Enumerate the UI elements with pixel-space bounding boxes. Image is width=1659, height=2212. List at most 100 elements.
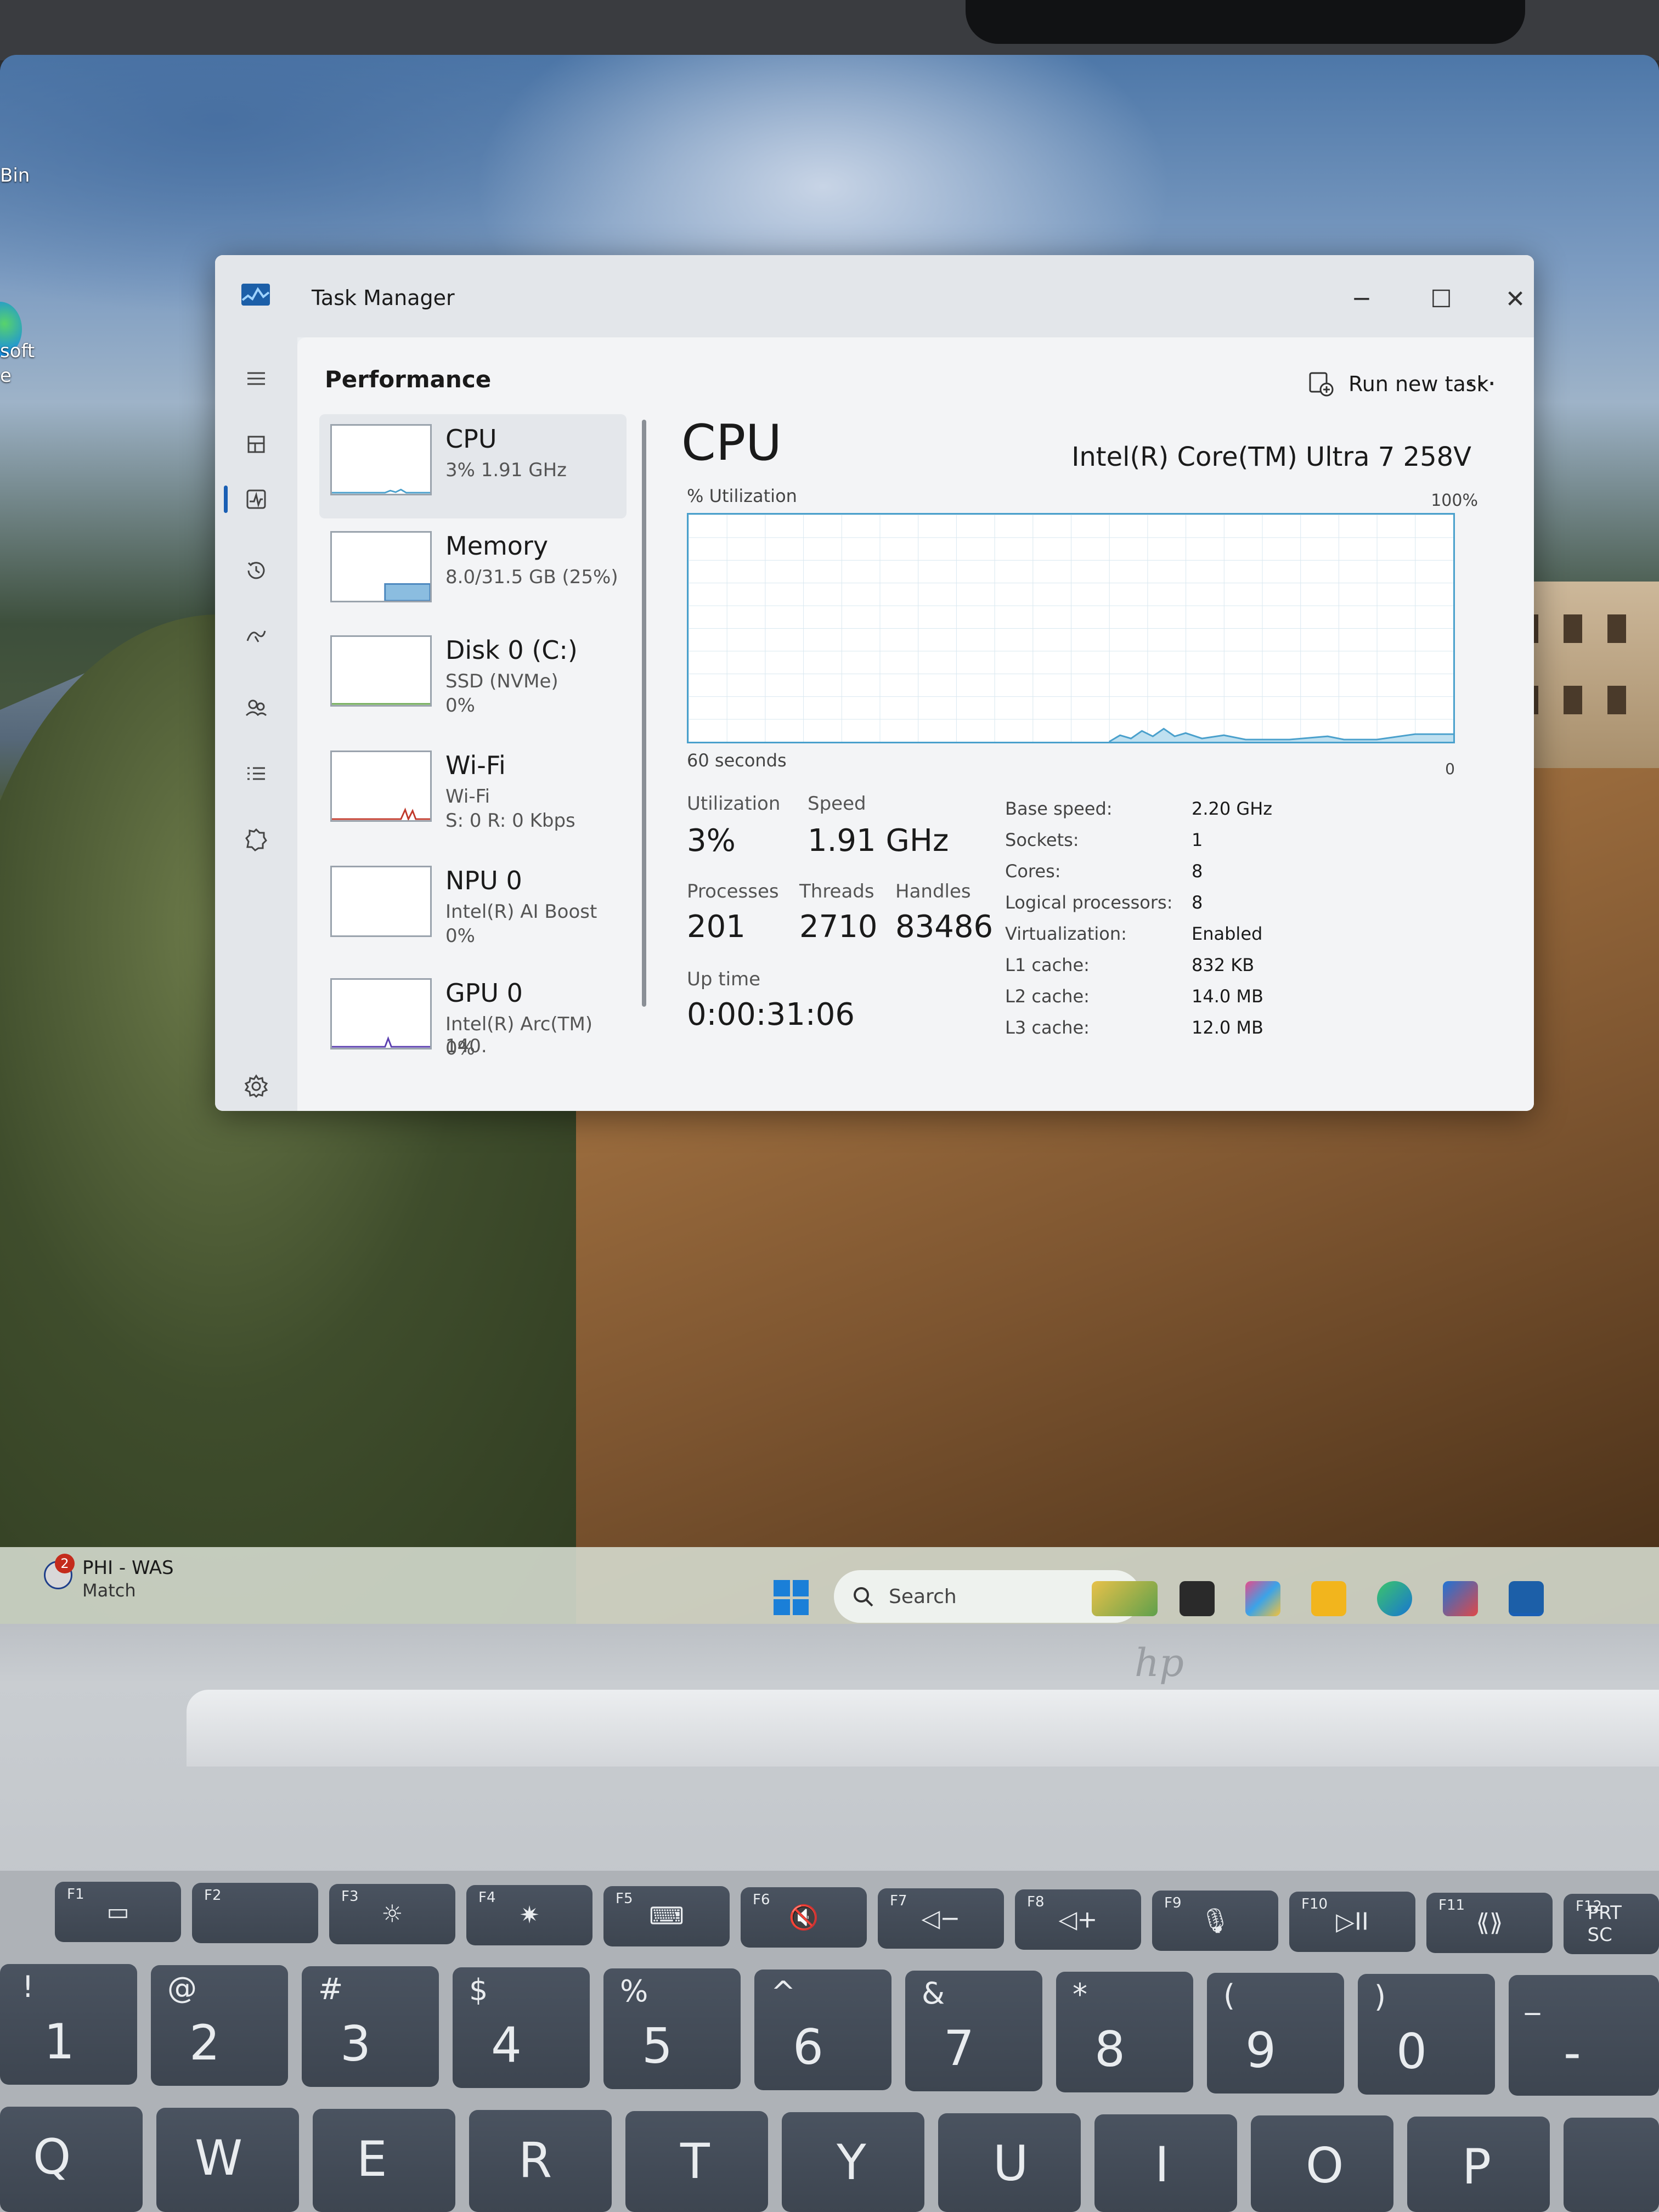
nav-details-button[interactable]: [237, 754, 275, 793]
settings-button[interactable]: [237, 1067, 275, 1105]
device-item-npu[interactable]: NPU 0 Intel(R) AI Boost 0%: [319, 856, 627, 960]
close-button[interactable]: ✕: [1482, 277, 1534, 321]
key-f4[interactable]: F4 ✷: [466, 1885, 592, 1945]
graph-time-window: 60 seconds: [687, 750, 787, 771]
nav-processes-button[interactable]: [237, 425, 275, 464]
recycle-bin-label[interactable]: Bin: [0, 165, 30, 187]
task-manager-window: Task Manager ─ ☐ ✕ Performance Run new t…: [215, 255, 1534, 1111]
key-0[interactable]: ) 0: [1358, 1974, 1495, 2095]
key-f1[interactable]: F1 ▭: [55, 1882, 181, 1942]
edge-desktop-label[interactable]: soft: [0, 340, 35, 362]
minimize-button[interactable]: ─: [1329, 277, 1395, 321]
hamburger-icon: [247, 372, 265, 385]
start-button[interactable]: [774, 1580, 809, 1615]
speed-label: Speed: [808, 793, 866, 815]
speed-value: 1.91 GHz: [808, 823, 949, 859]
key-u[interactable]: U: [938, 2113, 1081, 2212]
cpu-utilization-graph: [687, 513, 1455, 743]
spec-value: Enabled: [1192, 923, 1263, 944]
key-f3[interactable]: F3 ☼: [329, 1884, 455, 1944]
key-i[interactable]: I: [1094, 2114, 1237, 2212]
edge-desktop-label-2[interactable]: e: [0, 365, 12, 387]
nav-services-button[interactable]: [237, 820, 275, 859]
graph-min-label: 0: [1445, 760, 1455, 778]
search-highlight-icon[interactable]: [1092, 1581, 1158, 1616]
maximize-button[interactable]: ☐: [1408, 277, 1474, 321]
key-9[interactable]: (9: [1207, 1973, 1344, 2094]
key-f5[interactable]: F5 ⌨: [603, 1886, 730, 1946]
nav-users-button[interactable]: [237, 689, 275, 727]
task-view-icon[interactable]: [1180, 1581, 1215, 1616]
key-2[interactable]: @2: [151, 1965, 288, 2086]
windows-logo-icon: [774, 1580, 790, 1596]
device-item-memory[interactable]: Memory 8.0/31.5 GB (25%): [319, 521, 627, 625]
uptime-value: 0:00:31:06: [687, 997, 855, 1032]
device-item-gpu[interactable]: GPU 0 Intel(R) Arc(TM) 140. 0%: [319, 968, 627, 1073]
spec-value: 12.0 MB: [1192, 1017, 1263, 1038]
threads-label: Threads: [799, 881, 874, 902]
cpu-model-name: Intel(R) Core(TM) Ultra 7 258V: [1071, 442, 1471, 472]
key-bracket[interactable]: [1564, 2118, 1659, 2212]
device-item-cpu[interactable]: CPU 3% 1.91 GHz: [319, 414, 627, 518]
key-r[interactable]: R: [469, 2110, 612, 2212]
key-1[interactable]: ! 1: [0, 1964, 137, 2085]
nav-app-history-button[interactable]: [237, 551, 275, 590]
key-y[interactable]: Y: [782, 2112, 924, 2212]
key-minus[interactable]: _ -: [1509, 1975, 1659, 2096]
key-f8[interactable]: F8 ◁+: [1015, 1889, 1141, 1950]
key-5[interactable]: % 5: [603, 1968, 741, 2089]
spec-label: Cores:: [1005, 861, 1061, 882]
spec-value: 832 KB: [1192, 955, 1255, 975]
search-placeholder: Search: [889, 1585, 957, 1608]
hamburger-menu-button[interactable]: [237, 359, 275, 398]
webcam-bar: [966, 0, 1525, 44]
key-w[interactable]: W: [156, 2108, 299, 2212]
key-f11[interactable]: F11 ⟪⟫: [1426, 1893, 1553, 1953]
edge-browser-icon[interactable]: [1377, 1581, 1412, 1616]
notification-count-badge: 2: [55, 1554, 75, 1573]
key-4[interactable]: $4: [453, 1967, 590, 2088]
key-q[interactable]: Q: [0, 2107, 143, 2212]
microsoft-store-icon[interactable]: [1443, 1581, 1478, 1616]
startup-icon: [246, 630, 266, 642]
key-f7[interactable]: F7 ◁−: [878, 1888, 1004, 1949]
key-f12[interactable]: F12 PRT SC: [1564, 1894, 1659, 1954]
device-stat: S: 0 R: 0 Kbps: [445, 810, 575, 832]
key-o[interactable]: O: [1251, 2115, 1393, 2212]
spec-value: 8: [1192, 892, 1203, 913]
more-options-button[interactable]: ···: [1460, 362, 1504, 406]
device-name: NPU 0: [445, 866, 522, 895]
key-3[interactable]: #3: [302, 1966, 439, 2087]
device-type: Wi-Fi: [445, 786, 490, 808]
key-7[interactable]: & 7: [905, 1971, 1042, 2091]
spec-label: L2 cache:: [1005, 986, 1090, 1007]
key-f10[interactable]: F10 ▷II: [1289, 1892, 1415, 1952]
device-list-scrollbar[interactable]: [642, 420, 646, 1007]
key-6[interactable]: ^ 6: [754, 1970, 891, 2090]
key-f6[interactable]: F6 🔇: [741, 1887, 867, 1948]
nav-performance-button[interactable]: [237, 480, 275, 518]
nav-active-indicator: [224, 486, 228, 513]
nav-startup-apps-button[interactable]: [237, 617, 275, 656]
services-icon: [245, 828, 267, 851]
run-task-icon: [1309, 372, 1334, 397]
title-bar[interactable]: Task Manager ─ ☐ ✕: [215, 255, 1534, 337]
file-explorer-icon[interactable]: [1311, 1581, 1346, 1616]
key-8[interactable]: * 8: [1056, 1972, 1193, 2092]
widget-score-title[interactable]: PHI - WAS: [82, 1557, 174, 1579]
window-title: Task Manager: [312, 286, 455, 310]
key-p[interactable]: P: [1407, 2117, 1550, 2212]
widget-score-subtitle[interactable]: Match: [82, 1580, 136, 1601]
key-t[interactable]: T: [625, 2111, 768, 2212]
key-f2[interactable]: F2: [192, 1883, 318, 1943]
device-item-disk[interactable]: Disk 0 (C:) SSD (NVMe) 0%: [319, 625, 627, 730]
device-item-wifi[interactable]: Wi-Fi Wi-Fi S: 0 R: 0 Kbps: [319, 741, 627, 845]
key-e[interactable]: E: [313, 2109, 455, 2212]
task-manager-taskbar-icon[interactable]: [1509, 1581, 1544, 1616]
key-f9[interactable]: F9 🎙: [1152, 1891, 1278, 1951]
copilot-icon[interactable]: [1245, 1581, 1280, 1616]
spec-value: 8: [1192, 861, 1203, 882]
history-icon: [247, 562, 265, 579]
disk-thumbnail-graph: [330, 635, 432, 707]
device-type: SSD (NVMe): [445, 670, 558, 692]
